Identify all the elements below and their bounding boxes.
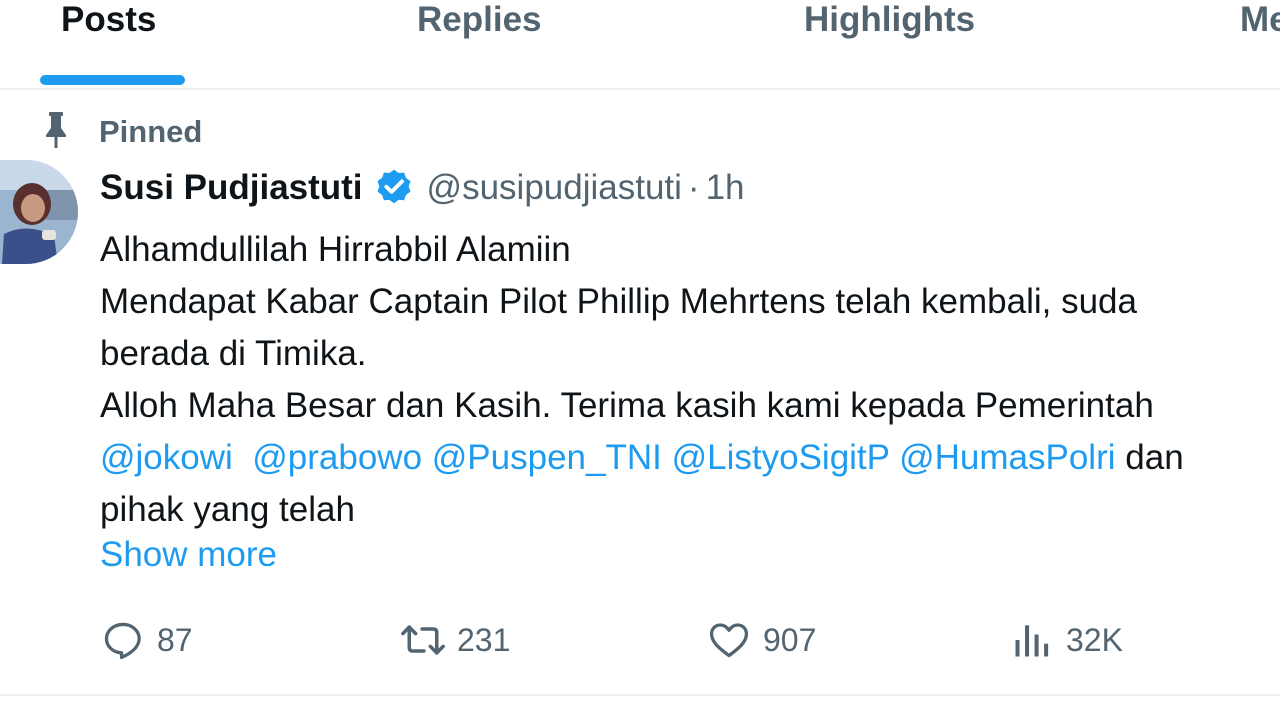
mention-link-humaspolri[interactable]: @HumasPolri: [899, 438, 1115, 477]
post-body: Alhamdullilah Hirrabbil Alamiin Mendapat…: [100, 224, 1280, 536]
avatar[interactable]: [0, 160, 78, 264]
tab-media[interactable]: Me: [1240, 0, 1280, 40]
views-button[interactable]: 32K: [1010, 614, 1150, 664]
post-header: Susi Pudjiastuti @susipudjiastuti · 1h: [100, 166, 745, 210]
author-display-name[interactable]: Susi Pudjiastuti: [100, 168, 363, 207]
post-text-line: pihak yang telah: [100, 490, 355, 529]
pin-icon: [46, 112, 66, 148]
profile-timeline: Posts Replies Highlights Me Pinned Susi …: [0, 0, 1280, 720]
post-text-fragment: dan: [1125, 438, 1184, 477]
mention-link-listyosigitp[interactable]: @ListyoSigitP: [672, 438, 890, 477]
reply-count: 87: [157, 622, 193, 658]
post-text-mentions-line: @jokowi @prabowo @Puspen_TNI @ListyoSigi…: [100, 432, 1280, 484]
repost-button[interactable]: 231: [401, 614, 541, 664]
post-text-line: Alloh Maha Besar dan Kasih. Terima kasih…: [100, 386, 1154, 425]
verified-badge-icon[interactable]: [373, 167, 415, 209]
profile-tab-bar: Posts Replies Highlights Me: [0, 0, 1280, 90]
pinned-label: Pinned: [99, 114, 203, 149]
reply-button[interactable]: 87: [101, 614, 221, 664]
mention-link-jokowi[interactable]: @jokowi: [100, 438, 233, 477]
active-tab-indicator: [40, 75, 185, 85]
mention-link-prabowo[interactable]: @prabowo: [252, 438, 422, 477]
reply-bubble-icon: [104, 622, 141, 660]
post-text-line: Alhamdullilah Hirrabbil Alamiin: [100, 230, 571, 269]
tab-replies[interactable]: Replies: [417, 0, 542, 40]
views-count: 32K: [1066, 622, 1123, 658]
post-text-line: berada di Timika.: [100, 334, 367, 373]
show-more-link[interactable]: Show more: [100, 533, 277, 577]
like-count: 907: [763, 622, 817, 658]
tab-posts[interactable]: Posts: [61, 0, 156, 40]
bar-chart-icon: [1015, 625, 1049, 657]
post-divider: [0, 694, 1280, 696]
post-text-line: Mendapat Kabar Captain Pilot Phillip Meh…: [100, 282, 1137, 321]
tab-highlights[interactable]: Highlights: [804, 0, 975, 40]
like-button[interactable]: 907: [707, 614, 847, 664]
repost-arrows-icon: [401, 625, 445, 655]
repost-count: 231: [457, 622, 511, 658]
meta-separator: ·: [687, 168, 700, 207]
mention-link-puspen-tni[interactable]: @Puspen_TNI: [432, 438, 662, 477]
author-handle[interactable]: @susipudjiastuti: [427, 168, 682, 207]
post-timestamp[interactable]: 1h: [706, 168, 745, 207]
avatar-photo: [0, 160, 78, 264]
heart-icon: [709, 623, 749, 658]
